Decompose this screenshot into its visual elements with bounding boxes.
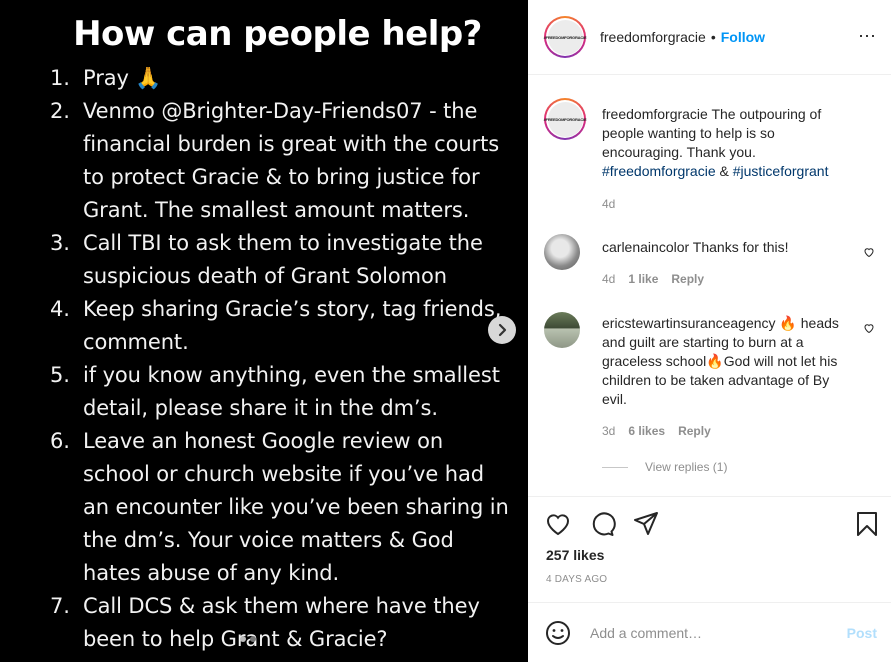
- likes-count[interactable]: 257 likes: [546, 547, 604, 563]
- comment-username[interactable]: carlenaincolor: [602, 239, 689, 255]
- help-item: 2. Venmo @Brighter-Day-Friends07 - the fi…: [0, 95, 528, 227]
- avatar-border: #FREEDOMFORGRACIE: [544, 100, 587, 138]
- help-item-text: Keep sharing Gracie’s story, tag friends…: [83, 297, 502, 354]
- avatar-border: #FREEDOMFORGRACIE: [544, 18, 587, 56]
- caption-time[interactable]: 4d: [602, 197, 615, 211]
- view-replies-label: View replies (1): [645, 460, 728, 474]
- avatar[interactable]: [544, 234, 580, 270]
- comment-time[interactable]: 4d: [602, 272, 615, 286]
- emoji-icon[interactable]: [544, 619, 572, 647]
- avatar[interactable]: #FREEDOMFORGRACIE: [544, 98, 587, 140]
- share-icon[interactable]: [632, 510, 660, 538]
- carousel-dot: [240, 636, 246, 642]
- comment-text: ericstewartinsuranceagency 🔥 heads and g…: [602, 314, 845, 409]
- more-options-icon[interactable]: ⋯: [858, 26, 877, 47]
- help-item-text: if you know anything, even the smallest …: [83, 363, 500, 420]
- comment-input[interactable]: [590, 624, 820, 641]
- help-item: 5. if you know anything, even the smalles…: [0, 359, 528, 425]
- comment-likes[interactable]: 1 like: [628, 272, 658, 286]
- carousel-dot: [250, 636, 256, 642]
- post-date[interactable]: 4 DAYS AGO: [546, 574, 607, 585]
- help-item-number: 7.: [50, 594, 70, 618]
- comments-section: #FREEDOMFORGRACIE freedomforgracie The o…: [528, 76, 891, 496]
- avatar-image: #FREEDOMFORGRACIE: [544, 101, 587, 137]
- post-button[interactable]: Post: [847, 625, 877, 641]
- post-header: #FREEDOMFORGRACIE freedomforgracie • Fol…: [528, 0, 891, 75]
- hashtag-link[interactable]: #freedomforgracie: [602, 163, 716, 179]
- comment-icon[interactable]: [588, 510, 616, 538]
- help-item: 6. Leave an honest Google review on schoo…: [0, 425, 528, 590]
- replies-divider: [602, 466, 628, 468]
- header-separator: •: [710, 29, 716, 45]
- caption-meta: 4d: [602, 197, 615, 211]
- help-item: 4. Keep sharing Gracie’s story, tag frien…: [0, 293, 528, 359]
- help-list: 1. Pray 🙏 2. Venmo @Brighter-Day-Friends07…: [0, 62, 528, 656]
- comment-body: Thanks for this!: [689, 239, 789, 255]
- chevron-right-icon: [498, 323, 507, 337]
- view-replies-button[interactable]: View replies (1): [602, 460, 727, 474]
- heart-icon[interactable]: [863, 322, 875, 334]
- help-item-number: 4.: [50, 297, 70, 321]
- header-username[interactable]: freedomforgracie: [600, 29, 706, 45]
- comment-text: carlenaincolor Thanks for this!: [602, 238, 845, 257]
- help-item: 1. Pray 🙏: [0, 62, 528, 95]
- add-comment-bar: Post: [528, 602, 891, 662]
- help-item-text: Leave an honest Google review on school …: [83, 429, 509, 585]
- carousel-dots: [240, 636, 256, 642]
- heart-icon[interactable]: [863, 246, 875, 258]
- avatar[interactable]: [544, 312, 580, 348]
- hashtag-link[interactable]: #justiceforgrant: [733, 163, 829, 179]
- help-item-number: 6.: [50, 429, 70, 453]
- comment-time[interactable]: 3d: [602, 424, 615, 438]
- comment-meta: 4d 1 like Reply: [602, 272, 704, 286]
- help-item: 7. Call DCS & ask them where have they be…: [0, 590, 528, 656]
- bookmark-icon[interactable]: [853, 510, 881, 538]
- post-sidebar: #FREEDOMFORGRACIE freedomforgracie • Fol…: [528, 0, 891, 662]
- avatar-image: #FREEDOMFORGRACIE: [544, 19, 587, 55]
- comment-meta: 3d 6 likes Reply: [602, 424, 711, 438]
- help-item-number: 2.: [50, 99, 70, 123]
- avatar[interactable]: #FREEDOMFORGRACIE: [544, 16, 587, 58]
- reply-button[interactable]: Reply: [678, 424, 711, 438]
- help-item-text: Pray 🙏: [83, 66, 162, 90]
- comment-username[interactable]: ericstewartinsuranceagency: [602, 315, 776, 331]
- help-item-text: Call TBI to ask them to investigate the …: [83, 231, 483, 288]
- help-item-number: 1.: [50, 66, 70, 90]
- help-item-text: Call DCS & ask them where have they been…: [83, 594, 480, 651]
- next-image-button[interactable]: [488, 316, 516, 344]
- caption-amp: &: [715, 163, 733, 179]
- post-actions: 257 likes 4 DAYS AGO: [528, 496, 891, 602]
- heart-icon[interactable]: [544, 510, 572, 538]
- post-image: How can people help? 1. Pray 🙏 2. Venmo @B…: [0, 0, 528, 662]
- help-item: 3. Call TBI to ask them to investigate th…: [0, 227, 528, 293]
- follow-button[interactable]: Follow: [721, 29, 765, 45]
- help-item-number: 3.: [50, 231, 70, 255]
- comment-likes[interactable]: 6 likes: [628, 424, 665, 438]
- caption-username[interactable]: freedomforgracie: [602, 106, 708, 122]
- image-title: How can people help?: [73, 14, 482, 54]
- reply-button[interactable]: Reply: [671, 272, 704, 286]
- help-item-text: Venmo @Brighter-Day-Friends07 - the fina…: [83, 99, 500, 222]
- help-item-number: 5.: [50, 363, 70, 387]
- caption-text: freedomforgracie The outpouring of peopl…: [602, 105, 845, 181]
